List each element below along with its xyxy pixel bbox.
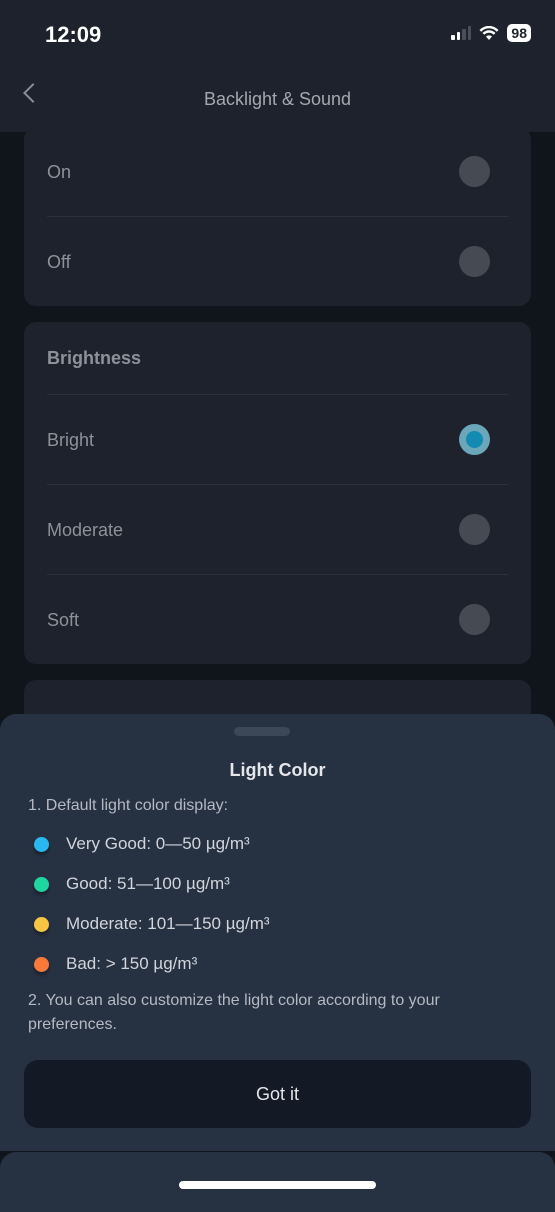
orange-dot-icon [34, 956, 49, 972]
status-time: 12:09 [45, 22, 102, 47]
yellow-dot-icon [34, 916, 49, 932]
got-it-button[interactable]: Got it [24, 1060, 531, 1128]
level-label: Very Good: 0—50 µg/m³ [66, 834, 250, 853]
level-label: Moderate: 101—150 µg/m³ [66, 914, 270, 933]
option-label: Moderate [47, 519, 124, 540]
option-label: Off [47, 251, 71, 272]
radio-soft[interactable] [459, 604, 490, 635]
level-label: Good: 51—100 µg/m³ [66, 874, 230, 893]
wifi-icon [479, 25, 499, 40]
level-label: Bad: > 150 µg/m³ [66, 954, 198, 973]
home-indicator[interactable] [179, 1181, 376, 1189]
option-label: On [47, 161, 72, 182]
header: 12:09 98 Backlight & Sound [0, 0, 555, 132]
green-dot-icon [34, 876, 49, 892]
bottom-panel [0, 1152, 555, 1212]
blue-dot-icon [34, 836, 49, 852]
brightness-card: Brightness Bright Moderate Soft [24, 322, 531, 664]
signal-icon [451, 26, 472, 40]
status-icons: 98 [451, 24, 531, 42]
light-color-sheet: Light Color 1. Default light color displ… [0, 714, 555, 1151]
sheet-note: 2. You can also customize the light colo… [28, 992, 440, 1033]
sheet-intro: 1. Default light color display: [28, 797, 229, 814]
backlight-card: On Off [24, 127, 531, 306]
radio-on[interactable] [459, 156, 490, 187]
option-label: Bright [47, 429, 95, 450]
battery-icon: 98 [507, 24, 531, 42]
brightness-title: Brightness [24, 322, 531, 395]
option-off[interactable]: Off [24, 217, 531, 307]
option-soft[interactable]: Soft [24, 575, 531, 665]
sheet-title: Light Color [229, 760, 326, 780]
option-label: Soft [47, 609, 80, 630]
page-title: Backlight & Sound [203, 89, 352, 109]
drag-handle[interactable] [234, 727, 290, 736]
level-moderate: Moderate: 101—150 µg/m³ [34, 914, 270, 934]
radio-bright[interactable] [459, 424, 490, 455]
option-on[interactable]: On [24, 127, 531, 217]
option-moderate[interactable]: Moderate [24, 485, 531, 575]
level-good: Good: 51—100 µg/m³ [34, 874, 230, 894]
radio-moderate[interactable] [459, 514, 490, 545]
level-very-good: Very Good: 0—50 µg/m³ [34, 834, 250, 854]
option-bright[interactable]: Bright [24, 395, 531, 485]
level-bad: Bad: > 150 µg/m³ [34, 954, 197, 974]
radio-off[interactable] [459, 246, 490, 277]
